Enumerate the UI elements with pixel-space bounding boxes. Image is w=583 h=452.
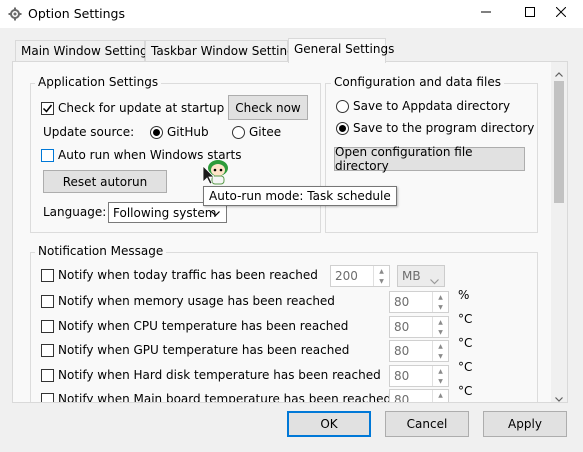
apply-button[interactable]: Apply: [483, 411, 567, 437]
radio-selected-dot: [339, 125, 346, 132]
traffic-unit-select[interactable]: MB: [397, 265, 445, 287]
tab-general-settings[interactable]: General Settings: [288, 38, 394, 63]
chevron-down-icon: [211, 206, 220, 220]
appdata-label: Save to Appdata directory: [353, 99, 511, 113]
notify-memory-checkbox[interactable]: [41, 295, 54, 308]
checkmark-icon: [42, 104, 53, 113]
gear-icon: [8, 7, 22, 21]
program-dir-label: Save to the program directory: [353, 121, 535, 135]
notify-traffic-label: Notify when today traffic has been reach…: [58, 268, 318, 282]
traffic-value: 200: [335, 269, 358, 283]
chevron-down-icon: [430, 274, 439, 288]
application-settings-title: Application Settings: [35, 75, 162, 89]
tab-panel: Application Settings Check for update at…: [12, 61, 568, 403]
notification-title: Notification Message: [35, 244, 167, 258]
spin-down-icon[interactable]: ▼: [433, 327, 448, 337]
maximize-icon: [525, 6, 535, 20]
memory-value-input[interactable]: 80 ▲ ▼: [389, 291, 449, 313]
notify-hdd-checkbox[interactable]: [41, 369, 54, 382]
vertical-scrollbar[interactable]: [551, 62, 567, 402]
close-button[interactable]: [539, 0, 583, 26]
github-label: GitHub: [167, 125, 209, 139]
close-icon: [555, 6, 567, 20]
hdd-spinner[interactable]: ▲ ▼: [432, 366, 448, 386]
cpu-value-input[interactable]: 80 ▲ ▼: [389, 316, 449, 338]
notify-memory-label: Notify when memory usage has been reache…: [58, 294, 335, 308]
memory-spinner[interactable]: ▲ ▼: [432, 292, 448, 312]
check-now-button[interactable]: Check now: [228, 95, 308, 120]
window-title: Option Settings: [28, 6, 125, 21]
mainboard-spinner[interactable]: ▲▼: [432, 390, 448, 403]
hdd-value-input[interactable]: 80 ▲ ▼: [389, 365, 449, 387]
mainboard-value-input[interactable]: 80 ▲▼: [389, 389, 449, 403]
traffic-value-input[interactable]: 200 ▲ ▼: [330, 265, 390, 287]
spin-up-icon[interactable]: ▲: [433, 390, 448, 400]
update-source-label: Update source:: [43, 125, 135, 139]
radio-selected-dot: [153, 129, 160, 136]
gitee-label: Gitee: [249, 125, 282, 139]
auto-run-checkbox[interactable]: [41, 149, 54, 162]
program-dir-radio[interactable]: [336, 122, 349, 135]
notify-traffic-checkbox[interactable]: [41, 269, 54, 282]
tab-taskbar-window-settings[interactable]: Taskbar Window Settings: [145, 40, 301, 62]
cpu-value: 80: [394, 320, 410, 334]
notify-gpu-label: Notify when GPU temperature has been rea…: [58, 343, 350, 357]
spin-up-icon[interactable]: ▲: [433, 317, 448, 327]
gpu-unit: °C: [458, 336, 473, 350]
language-label: Language:: [43, 205, 107, 219]
notify-mainboard-label: Notify when Main board temperature has b…: [58, 392, 392, 403]
memory-unit: %: [458, 288, 470, 302]
memory-value: 80: [394, 295, 410, 309]
notify-cpu-label: Notify when CPU temperature has been rea…: [58, 319, 349, 333]
tab-label: Main Window Settings: [21, 44, 154, 58]
ok-button[interactable]: OK: [287, 411, 371, 437]
scroll-thumb[interactable]: [554, 81, 564, 203]
minimize-button[interactable]: [464, 0, 508, 26]
scroll-down-icon[interactable]: [555, 391, 563, 405]
tab-label: General Settings: [294, 42, 395, 56]
spin-down-icon[interactable]: ▼: [433, 351, 448, 361]
reset-autorun-button[interactable]: Reset autorun: [43, 170, 167, 193]
notify-hdd-label: Notify when Hard disk temperature has be…: [58, 368, 381, 382]
tab-label: Taskbar Window Settings: [151, 44, 301, 58]
spin-down-icon[interactable]: ▼: [374, 276, 389, 286]
minimize-icon: [481, 6, 491, 20]
spin-up-icon[interactable]: ▲: [374, 266, 389, 276]
spin-up-icon[interactable]: ▲: [433, 341, 448, 351]
spin-down-icon[interactable]: ▼: [433, 376, 448, 386]
notify-mainboard-checkbox[interactable]: [41, 393, 54, 402]
cpu-spinner[interactable]: ▲ ▼: [432, 317, 448, 337]
language-value: Following system: [113, 205, 217, 220]
title-bar: Option Settings: [0, 0, 583, 28]
traffic-spinner[interactable]: ▲ ▼: [373, 266, 389, 286]
check-update-checkbox[interactable]: [41, 102, 54, 115]
github-radio[interactable]: [150, 126, 163, 139]
hdd-unit: °C: [458, 360, 473, 374]
cancel-button[interactable]: Cancel: [385, 411, 469, 437]
gpu-spinner[interactable]: ▲ ▼: [432, 341, 448, 361]
mainboard-unit: °C: [458, 384, 473, 398]
tab-main-window-settings[interactable]: Main Window Settings: [15, 40, 154, 62]
spin-up-icon[interactable]: ▲: [433, 366, 448, 376]
spin-down-icon[interactable]: ▼: [433, 400, 448, 403]
notify-gpu-checkbox[interactable]: [41, 344, 54, 357]
auto-run-tooltip: Auto-run mode: Task schedule: [203, 186, 397, 206]
spin-down-icon[interactable]: ▼: [433, 302, 448, 312]
appdata-radio[interactable]: [336, 100, 349, 113]
scroll-up-icon[interactable]: [555, 66, 563, 80]
traffic-unit: MB: [402, 269, 421, 283]
gpu-value-input[interactable]: 80 ▲ ▼: [389, 340, 449, 362]
notify-cpu-checkbox[interactable]: [41, 320, 54, 333]
config-files-title: Configuration and data files: [331, 75, 504, 89]
open-config-dir-button[interactable]: Open configuration file directory: [334, 145, 525, 173]
spin-up-icon[interactable]: ▲: [433, 292, 448, 302]
gitee-radio[interactable]: [232, 126, 245, 139]
mainboard-value: 80: [394, 393, 410, 403]
cpu-unit: °C: [458, 312, 473, 326]
check-update-label: Check for update at startup: [58, 101, 225, 115]
hdd-value: 80: [394, 369, 410, 383]
gpu-value: 80: [394, 344, 410, 358]
mascot-cursor-icon: [201, 154, 235, 188]
